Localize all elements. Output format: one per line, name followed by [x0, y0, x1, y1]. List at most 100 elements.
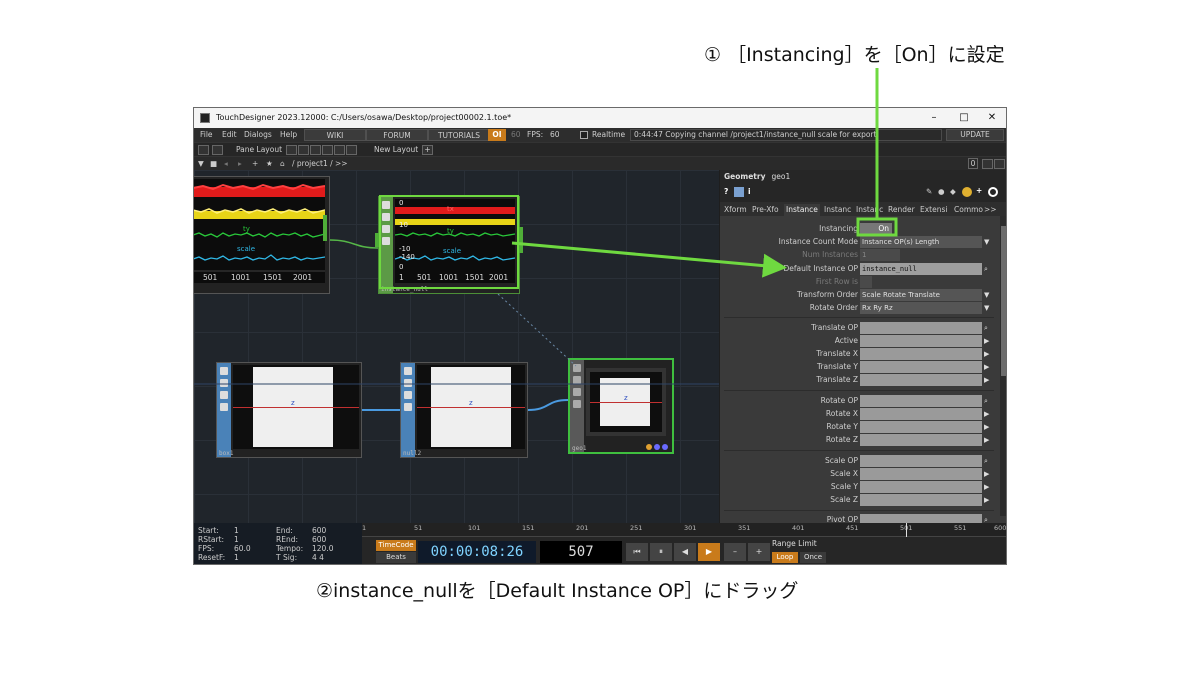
- rstart-value[interactable]: 1: [234, 535, 239, 544]
- rotate-order-menu[interactable]: Rx Ry Rz: [860, 302, 982, 314]
- menu-arrow-icon[interactable]: ▶: [984, 495, 994, 505]
- comment-icon[interactable]: ●: [938, 187, 945, 196]
- menu-file[interactable]: File: [200, 128, 213, 142]
- step-forward-icon[interactable]: +: [748, 543, 770, 561]
- update-button[interactable]: UPDATE: [946, 129, 1004, 141]
- translate-x-field[interactable]: [860, 348, 982, 360]
- beats-button[interactable]: Beats: [376, 552, 416, 563]
- rotate-z-field[interactable]: [860, 434, 982, 446]
- chevron-down-icon[interactable]: ▼: [984, 237, 994, 247]
- layout-preset-2[interactable]: [298, 145, 309, 155]
- network-editor[interactable]: ty scale 501 1001 1501 2001 0 10 -10 -14…: [194, 170, 719, 523]
- pane-split-icon[interactable]: [982, 159, 993, 169]
- instancing-toggle[interactable]: On: [860, 223, 892, 235]
- help-icon[interactable]: ?: [724, 187, 728, 196]
- default-instance-op-field[interactable]: instance_null: [860, 263, 982, 275]
- step-back-icon[interactable]: –: [724, 543, 746, 561]
- maximize-button[interactable]: □: [950, 108, 978, 128]
- loop-button[interactable]: Loop: [772, 552, 798, 563]
- tab-instance-3[interactable]: Instanc: [856, 204, 883, 216]
- layout-preset-3[interactable]: [310, 145, 321, 155]
- forward-icon[interactable]: ▸: [238, 157, 242, 171]
- play-icon[interactable]: ▶: [698, 543, 720, 561]
- star-icon[interactable]: ★: [266, 157, 273, 171]
- tab-instance-2[interactable]: Instanc: [824, 204, 851, 216]
- menu-edit[interactable]: Edit: [222, 128, 237, 142]
- play-reverse-icon[interactable]: ◀: [674, 543, 696, 561]
- pause-icon[interactable]: ⏸: [650, 543, 672, 561]
- scale-x-field[interactable]: [860, 468, 982, 480]
- transform-order-menu[interactable]: Scale Rotate Translate: [860, 289, 982, 301]
- home-icon[interactable]: ⌂: [280, 157, 285, 171]
- minimize-button[interactable]: –: [920, 108, 948, 128]
- count-mode-menu[interactable]: Instance OP(s) Length: [860, 236, 982, 248]
- op-name[interactable]: geo1: [771, 172, 790, 181]
- tutorials-button[interactable]: TUTORIALS: [428, 129, 490, 141]
- back-icon[interactable]: ◂: [224, 157, 228, 171]
- first-row-toggle[interactable]: [860, 276, 872, 288]
- start-value[interactable]: 1: [234, 526, 239, 535]
- num-instances-field[interactable]: 1: [860, 249, 900, 261]
- menu-arrow-icon[interactable]: ▶: [984, 375, 994, 385]
- wiki-button[interactable]: WIKI: [304, 129, 366, 141]
- pencil-icon[interactable]: ✎: [926, 187, 932, 196]
- tab-instance[interactable]: Instance: [784, 204, 820, 216]
- realtime-checkbox[interactable]: [580, 131, 588, 139]
- fps-value[interactable]: 60.0: [234, 544, 251, 553]
- rotate-y-field[interactable]: [860, 421, 982, 433]
- param-scrollbar[interactable]: [1000, 216, 1006, 516]
- pivot-op-field[interactable]: [860, 514, 982, 523]
- chevron-down-icon[interactable]: ▼: [984, 303, 994, 313]
- target-icon[interactable]: [988, 187, 998, 197]
- timeline-ruler[interactable]: 1 51 101 151 201 251 301 351 401 451 501…: [362, 523, 1006, 537]
- tab-pre-xform[interactable]: Pre-Xfo: [752, 204, 779, 216]
- tab-render[interactable]: Render: [888, 204, 915, 216]
- timecode-display[interactable]: 00:00:08:26: [418, 541, 536, 563]
- layout-preset-4[interactable]: [322, 145, 333, 155]
- op-picker-icon[interactable]: ⌕: [984, 323, 994, 333]
- stop-icon[interactable]: ■: [210, 157, 217, 171]
- rotate-op-field[interactable]: [860, 395, 982, 407]
- network-path[interactable]: / project1 / >>: [292, 157, 348, 171]
- tab-more[interactable]: >>: [984, 204, 997, 216]
- op-picker-icon[interactable]: ⌕: [984, 456, 994, 466]
- tempo-value[interactable]: 120.0: [312, 544, 333, 553]
- chevron-down-icon[interactable]: ▼: [984, 290, 994, 300]
- op-picker-icon[interactable]: ⌕: [984, 396, 994, 406]
- menu-arrow-icon[interactable]: ▶: [984, 435, 994, 445]
- add-layout-icon[interactable]: +: [422, 145, 433, 155]
- translate-z-field[interactable]: [860, 374, 982, 386]
- menu-arrow-icon[interactable]: ▶: [984, 349, 994, 359]
- pane-icon[interactable]: [198, 145, 209, 155]
- layout-preset-1[interactable]: [286, 145, 297, 155]
- translate-y-field[interactable]: [860, 361, 982, 373]
- tab-extensions[interactable]: Extensi: [920, 204, 947, 216]
- anchor-icon[interactable]: [212, 145, 223, 155]
- tab-common[interactable]: Commo: [954, 204, 983, 216]
- oi-indicator[interactable]: OI: [488, 129, 506, 141]
- timecode-button[interactable]: TimeCode: [376, 540, 416, 551]
- menu-arrow-icon[interactable]: ▶: [984, 422, 994, 432]
- menu-arrow-icon[interactable]: ▶: [984, 336, 994, 346]
- add-icon[interactable]: +: [252, 157, 258, 171]
- menu-arrow-icon[interactable]: ▶: [984, 482, 994, 492]
- pane-expand-icon[interactable]: [994, 159, 1005, 169]
- rotate-x-field[interactable]: [860, 408, 982, 420]
- active-field[interactable]: [860, 335, 982, 347]
- end-value[interactable]: 600: [312, 526, 326, 535]
- tsig-value[interactable]: 4 4: [312, 553, 324, 562]
- scrollbar-thumb[interactable]: [1001, 226, 1006, 376]
- menu-arrow-icon[interactable]: ▶: [984, 362, 994, 372]
- layout-preset-5[interactable]: [334, 145, 345, 155]
- once-button[interactable]: Once: [800, 552, 826, 563]
- playhead[interactable]: [906, 523, 907, 537]
- tab-xform[interactable]: Xform: [724, 204, 747, 216]
- resetf-value[interactable]: 1: [234, 553, 239, 562]
- forum-button[interactable]: FORUM: [366, 129, 428, 141]
- zero-button[interactable]: 0: [968, 158, 978, 169]
- info-icon[interactable]: i: [748, 187, 751, 196]
- frame-display[interactable]: 507: [540, 541, 622, 563]
- menu-help[interactable]: Help: [280, 128, 297, 142]
- menu-arrow-icon[interactable]: ▶: [984, 409, 994, 419]
- translate-op-field[interactable]: [860, 322, 982, 334]
